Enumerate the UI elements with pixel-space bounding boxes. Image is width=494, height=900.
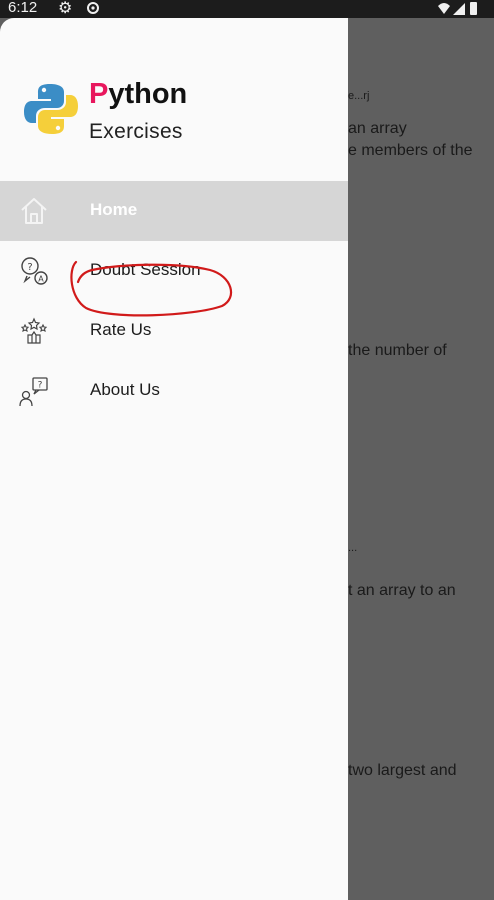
status-time: 6:12 <box>8 0 38 16</box>
svg-text:?: ? <box>38 381 43 391</box>
bg-text-line: an array <box>348 120 407 137</box>
sync-icon <box>87 2 99 14</box>
app-title-rest: ython <box>108 78 188 110</box>
wifi-icon <box>438 3 450 14</box>
red-annotation-circle <box>70 260 233 317</box>
bg-text-line: ... <box>348 542 358 554</box>
bg-text-line: the number of <box>348 342 447 359</box>
menu-label-rate-us: Rate Us <box>90 320 152 339</box>
battery-icon <box>470 2 477 15</box>
bg-text-line: two largest and <box>348 762 457 779</box>
bg-text-line: e members of the <box>348 142 473 159</box>
home-icon <box>21 198 47 224</box>
app-title: Python <box>89 78 187 111</box>
svg-text:?: ? <box>27 262 32 273</box>
status-right-icons <box>436 0 480 20</box>
bg-text-line: e...rj <box>348 90 370 102</box>
menu-label-home: Home <box>90 200 138 219</box>
rate-us-icon <box>20 317 48 344</box>
menu-label-about-us: About Us <box>90 380 160 399</box>
python-logo-icon <box>24 84 78 134</box>
doubt-session-icon: ? A <box>21 257 48 285</box>
menu-item-home[interactable]: Home <box>0 181 348 241</box>
navigation-drawer: Python Exercises Home ? A Doubt Session … <box>0 18 348 900</box>
settings-icon: ⚙ <box>58 0 73 17</box>
about-us-icon: ? <box>19 377 48 407</box>
app-title-accent-letter: P <box>89 78 109 110</box>
svg-text:A: A <box>38 275 44 284</box>
app-subtitle: Exercises <box>89 120 183 143</box>
signal-icon <box>453 3 465 15</box>
status-bar: 6:12 ⚙ <box>0 0 494 18</box>
bg-text-line: t an array to an <box>348 582 456 599</box>
menu-item-about-us[interactable]: ? About Us <box>0 361 348 421</box>
